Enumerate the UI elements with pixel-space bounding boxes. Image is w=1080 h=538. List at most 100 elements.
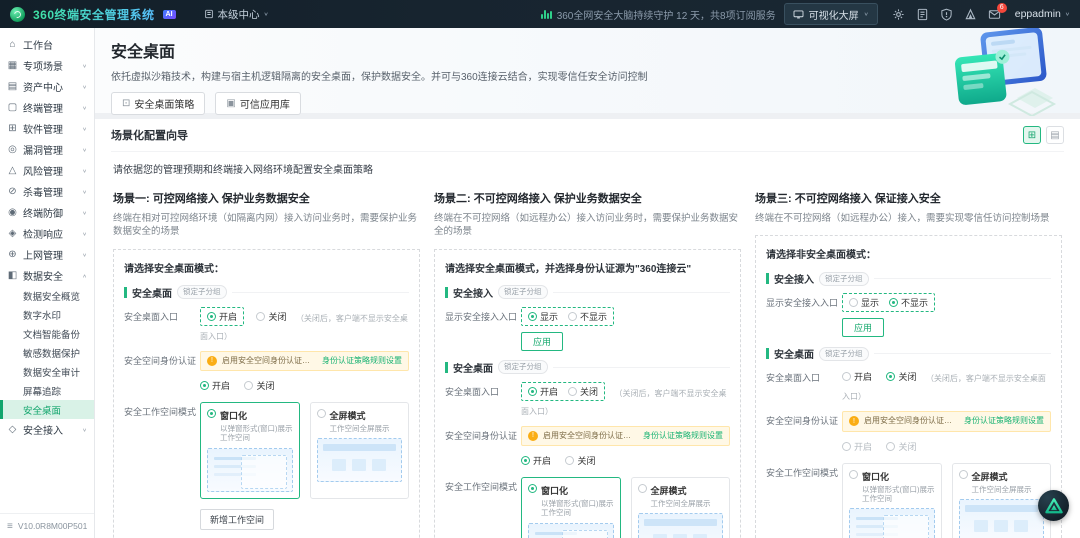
radio-icon bbox=[528, 312, 537, 321]
document-log-icon[interactable] bbox=[916, 8, 929, 21]
desktop-policy-button[interactable]: ⊡ 安全桌面策略 bbox=[111, 92, 205, 115]
radio-icon bbox=[568, 312, 577, 321]
entry-off-radio[interactable]: 关闭 bbox=[568, 385, 598, 398]
mode-fullscreen-card[interactable]: 全屏模式 工作空间全屏展示 bbox=[631, 477, 731, 538]
scenario-1-column: 场景一: 可控网络接入 保护业务数据安全 终端在相对可控网络环境（如隔离内网）接… bbox=[113, 184, 420, 538]
radio-icon bbox=[200, 381, 209, 390]
sidebar-item-risk[interactable]: △ 风险管理 ∨ bbox=[0, 160, 94, 181]
user-agent-icon[interactable] bbox=[964, 8, 977, 21]
section-accent-bar bbox=[445, 287, 448, 298]
scenario-2-panel: 请选择安全桌面模式，并选择身份认证源为"360连接云" 安全接入 锁定子分组 显… bbox=[434, 249, 741, 538]
brain-activity-icon bbox=[541, 9, 552, 19]
sidebar-nav: ⌂ 工作台 ▦ 专项场景 ∨ ▤ 资产中心 ∨ ▢ 终端管理 ∨ ⊞ 软件管理 … bbox=[0, 28, 94, 513]
access-hide-radio[interactable]: 不显示 bbox=[568, 310, 607, 323]
add-workspace-button[interactable]: 新增工作空间 bbox=[200, 509, 274, 530]
auth-policy-link[interactable]: 身份认证策略规则设置 bbox=[322, 356, 402, 366]
detection-icon: ◈ bbox=[7, 228, 18, 239]
access-show-radio[interactable]: 显示 bbox=[849, 296, 879, 309]
antivirus-icon: ⊘ bbox=[7, 186, 18, 197]
center-menu[interactable]: 本级中心 ∨ bbox=[204, 7, 269, 22]
apply-button[interactable]: 应用 bbox=[842, 318, 884, 337]
mode-window-card[interactable]: 窗口化 以弹窗形式(窗口)展示工作空间 bbox=[521, 477, 621, 538]
data-security-icon: ◧ bbox=[7, 270, 18, 281]
sidebar-subitem-data-audit[interactable]: 数据安全审计 bbox=[0, 362, 94, 381]
chevron-down-icon: ∨ bbox=[1065, 11, 1070, 17]
radio-icon bbox=[886, 372, 895, 381]
auth-on-radio[interactable]: 开启 bbox=[521, 454, 551, 467]
entry-on-radio[interactable]: 开启 bbox=[842, 370, 872, 383]
chevron-down-icon: ∨ bbox=[864, 11, 869, 17]
chevron-down-icon: ∨ bbox=[82, 210, 87, 216]
sidebar-item-scenes[interactable]: ▦ 专项场景 ∨ bbox=[0, 55, 94, 76]
access-hide-radio[interactable]: 不显示 bbox=[889, 296, 928, 309]
subgroup-tag: 锁定子分组 bbox=[498, 360, 548, 374]
auth-warning: ! 启用安全空间身份认证时，请先设置身份认证策略规则，否则终端将无法认证 身份认… bbox=[842, 411, 1051, 431]
trusted-applib-button[interactable]: ▣ 可信应用库 bbox=[215, 92, 300, 115]
sidebar-item-secure-access[interactable]: ◇ 安全接入 ∨ bbox=[0, 419, 94, 440]
warning-icon: ! bbox=[849, 416, 859, 426]
applib-icon: ▣ bbox=[226, 98, 235, 109]
sidebar-item-internet[interactable]: ⊕ 上网管理 ∨ bbox=[0, 244, 94, 265]
window-mode-preview bbox=[849, 508, 935, 538]
auth-on-radio[interactable]: 开启 bbox=[200, 379, 230, 392]
entry-on-radio[interactable]: 开启 bbox=[528, 385, 558, 398]
list-view-toggle[interactable]: ▤ bbox=[1046, 126, 1064, 144]
sidebar-subitem-watermark[interactable]: 数字水印 bbox=[0, 305, 94, 324]
chevron-down-icon: ∨ bbox=[264, 11, 269, 17]
sidebar-item-workbench[interactable]: ⌂ 工作台 bbox=[0, 34, 94, 55]
subgroup-tag: 锁定子分组 bbox=[177, 285, 227, 299]
subgroup-tag: 锁定子分组 bbox=[498, 285, 548, 299]
entry-on-radio[interactable]: 开启 bbox=[207, 310, 237, 323]
auth-policy-link[interactable]: 身份认证策略规则设置 bbox=[964, 416, 1044, 426]
version-label: V10.0R8M00P501 bbox=[18, 521, 87, 531]
settings-gear-icon[interactable] bbox=[892, 8, 905, 21]
sidebar-item-antivirus[interactable]: ⊘ 杀毒管理 ∨ bbox=[0, 181, 94, 202]
shield-security-icon[interactable] bbox=[940, 8, 953, 21]
grid-view-toggle[interactable]: ⊞ bbox=[1023, 126, 1041, 144]
sidebar-item-data-security[interactable]: ◧ 数据安全 ∧ bbox=[0, 265, 94, 286]
visual-bigscreen-button[interactable]: 可视化大屏 ∨ bbox=[784, 3, 878, 25]
mode-fullscreen-card[interactable]: 全屏模式 工作空间全屏展示 bbox=[952, 463, 1052, 538]
wizard-card: 场景化配置向导 ⊞ ▤ 请依据您的管理预期和终端接入网络环境配置安全桌面策略 场… bbox=[95, 119, 1080, 538]
mode-window-card[interactable]: 窗口化 以弹窗形式(窗口)展示工作空间 bbox=[200, 402, 300, 499]
chevron-down-icon: ∨ bbox=[82, 168, 87, 174]
sidebar-item-assets[interactable]: ▤ 资产中心 ∨ bbox=[0, 76, 94, 97]
entry-off-radio[interactable]: 关闭 bbox=[886, 370, 916, 383]
collapse-sidebar-icon[interactable]: ≡ bbox=[7, 521, 13, 532]
auth-off-radio[interactable]: 关闭 bbox=[886, 440, 916, 453]
chevron-down-icon: ∨ bbox=[82, 84, 87, 90]
sidebar-subitem-doc-backup[interactable]: 文档智能备份 bbox=[0, 324, 94, 343]
sidebar-subitem-screen-trace[interactable]: 屏幕追踪 bbox=[0, 381, 94, 400]
auth-policy-link[interactable]: 身份认证策略规则设置 bbox=[643, 431, 723, 441]
ai-assistant-button[interactable] bbox=[1038, 490, 1069, 521]
sidebar-item-detection[interactable]: ◈ 检测响应 ∨ bbox=[0, 223, 94, 244]
chevron-down-icon: ∨ bbox=[82, 427, 87, 433]
auth-off-radio[interactable]: 关闭 bbox=[244, 379, 274, 392]
sidebar-subitem-data-overview[interactable]: 数据安全概览 bbox=[0, 286, 94, 305]
sidebar-item-defense[interactable]: ◉ 终端防御 ∨ bbox=[0, 202, 94, 223]
entry-off-radio[interactable]: 关闭 bbox=[256, 310, 286, 323]
radio-icon bbox=[842, 442, 851, 451]
subscription-text: 360全网安全大脑持续守护 12 天，共8项订阅服务 bbox=[557, 7, 776, 22]
mode-window-card[interactable]: 窗口化 以弹窗形式(窗口)展示工作空间 bbox=[842, 463, 942, 538]
access-show-radio[interactable]: 显示 bbox=[528, 310, 558, 323]
sidebar-subitem-secure-desktop[interactable]: 安全桌面 bbox=[0, 400, 94, 419]
apply-button[interactable]: 应用 bbox=[521, 332, 563, 351]
sidebar-item-terminal[interactable]: ▢ 终端管理 ∨ bbox=[0, 97, 94, 118]
building-icon bbox=[204, 9, 214, 19]
page-header: 安全桌面 依托虚拟沙箱技术，构建与宿主机逻辑隔离的安全桌面，保护数据安全。并可与… bbox=[95, 28, 1080, 113]
mode-fullscreen-card[interactable]: 全屏模式 工作空间全屏展示 bbox=[310, 402, 410, 499]
scenario-3-panel: 请选择非安全桌面模式： 安全接入 锁定子分组 显示安全接入入口 bbox=[755, 235, 1062, 538]
sidebar-item-software[interactable]: ⊞ 软件管理 ∨ bbox=[0, 118, 94, 139]
section-accent-bar bbox=[124, 287, 127, 298]
scenario-2-column: 场景二: 不可控网络接入 保护业务数据安全 终端在不可控网络（如远程办公）接入访… bbox=[434, 184, 741, 538]
software-icon: ⊞ bbox=[7, 123, 18, 134]
user-menu[interactable]: eppadmin ∨ bbox=[1015, 8, 1070, 20]
defense-icon: ◉ bbox=[7, 207, 18, 218]
sidebar-item-vulnerability[interactable]: ◎ 漏洞管理 ∨ bbox=[0, 139, 94, 160]
auth-off-radio[interactable]: 关闭 bbox=[565, 454, 595, 467]
mail-icon[interactable]: 6 bbox=[988, 8, 1001, 21]
scenes-icon: ▦ bbox=[7, 60, 18, 71]
auth-on-radio[interactable]: 开启 bbox=[842, 440, 872, 453]
sidebar-subitem-sensitive-data[interactable]: 敏感数据保护 bbox=[0, 343, 94, 362]
